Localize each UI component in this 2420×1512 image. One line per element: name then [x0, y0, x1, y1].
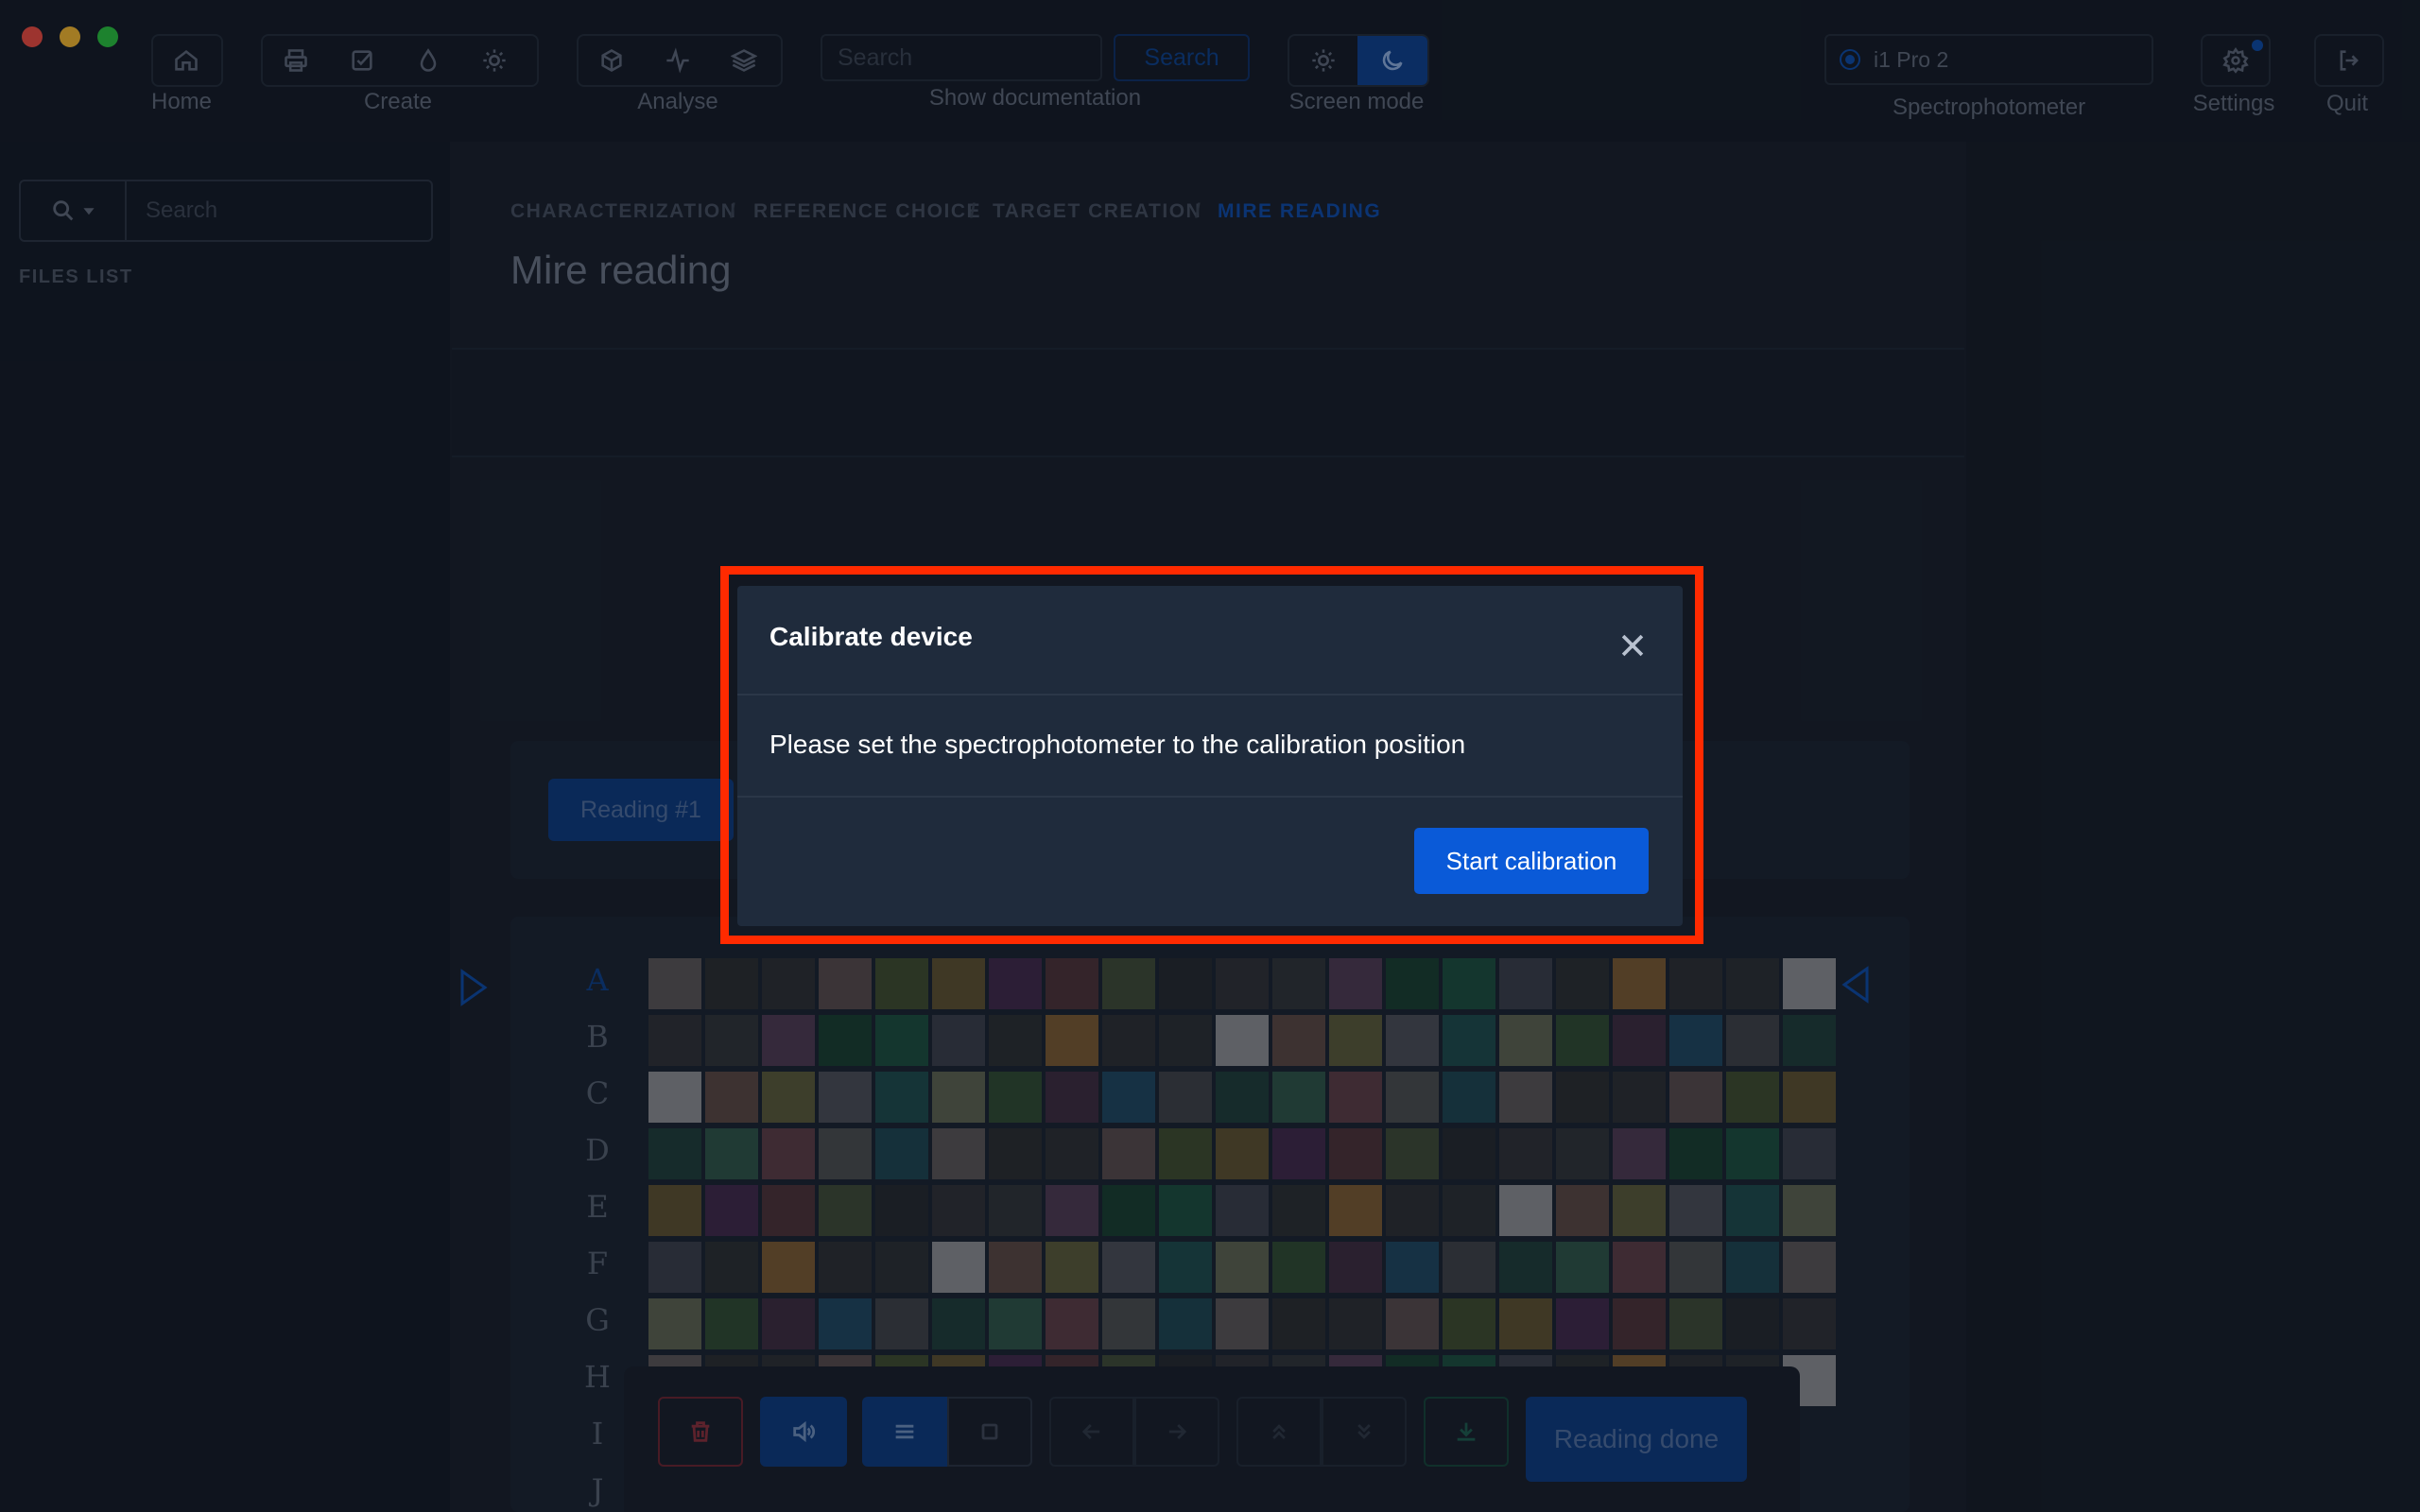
calibrate-modal: Calibrate device Please set the spectrop…	[737, 586, 1683, 926]
modal-title: Calibrate device	[769, 622, 973, 651]
start-calibration-button[interactable]: Start calibration	[1414, 828, 1649, 894]
modal-header: Calibrate device	[737, 586, 1683, 696]
modal-body: Please set the spectrophotometer to the …	[737, 696, 1683, 798]
modal-message: Please set the spectrophotometer to the …	[769, 730, 1466, 759]
close-icon[interactable]	[1616, 629, 1649, 662]
